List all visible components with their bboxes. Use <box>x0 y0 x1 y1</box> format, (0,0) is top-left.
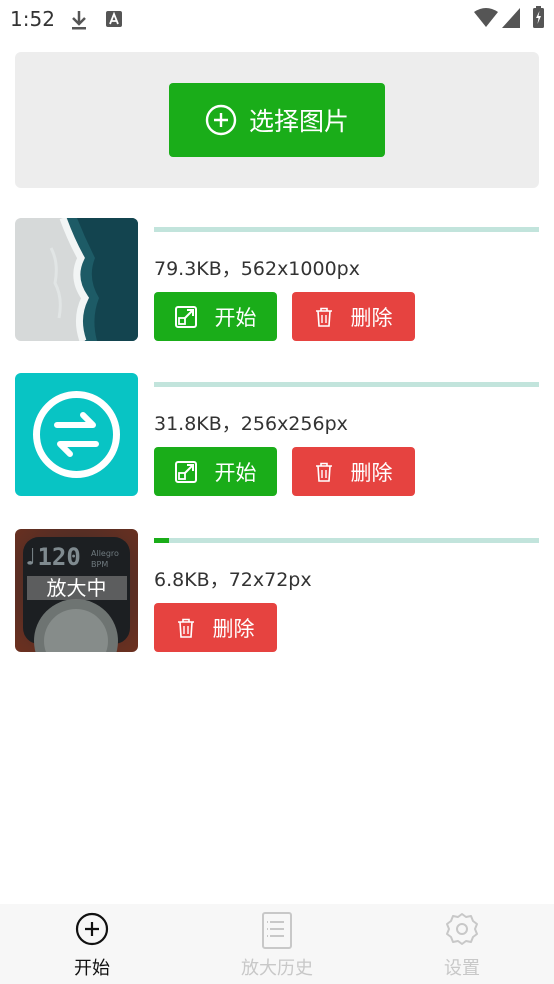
open-external-icon <box>174 460 197 483</box>
document-list-icon <box>262 912 292 949</box>
delete-button[interactable]: 删除 <box>292 447 415 496</box>
image-info: 6.8KB，72x72px <box>154 569 312 591</box>
image-list-item: 79.3KB，562x1000px 开始 删除 <box>15 218 539 341</box>
start-button[interactable]: 开始 <box>154 447 277 496</box>
nav-label: 开始 <box>74 958 110 979</box>
nav-label: 设置 <box>444 958 480 979</box>
signal-icon <box>502 8 520 28</box>
delete-label: 删除 <box>350 460 393 485</box>
trash-icon <box>315 462 332 482</box>
thumb-text: Allegro <box>91 549 119 558</box>
status-time: 1:52 <box>10 7 55 31</box>
trash-icon <box>315 307 332 327</box>
upscaling-overlay-label: 放大中 <box>46 576 107 600</box>
image-thumbnail[interactable]: ♩120 Allegro BPM 放大中 <box>15 529 138 652</box>
delete-label: 删除 <box>212 616 255 641</box>
select-image-label: 选择图片 <box>248 107 349 136</box>
image-info: 31.8KB，256x256px <box>154 413 348 435</box>
start-label: 开始 <box>214 305 257 330</box>
delete-label: 删除 <box>350 305 393 330</box>
delete-button[interactable]: 删除 <box>292 292 415 341</box>
image-info: 79.3KB，562x1000px <box>154 258 360 280</box>
bottom-navigation: 开始 放大历史 设置 <box>0 904 554 984</box>
add-circle-icon <box>205 104 237 136</box>
status-bar: 1:52 <box>0 0 554 38</box>
trash-icon <box>177 618 194 638</box>
image-list-item: 31.8KB，256x256px 开始 删除 <box>15 373 539 496</box>
open-external-icon <box>174 305 197 328</box>
nav-item-settings[interactable]: 设置 <box>402 904 522 984</box>
start-label: 开始 <box>214 460 257 485</box>
wifi-icon <box>474 8 498 27</box>
image-list-item: ♩120 Allegro BPM 放大中 6.8KB，72x72px 删除 <box>15 529 539 652</box>
nav-label: 放大历史 <box>241 958 313 979</box>
select-image-panel: 选择图片 <box>15 52 539 188</box>
battery-charging-icon <box>533 6 544 28</box>
nav-item-start[interactable]: 开始 <box>32 904 152 984</box>
upscale-progress-bar <box>154 538 539 543</box>
app-notification-icon <box>106 11 122 27</box>
progress-fill <box>154 538 170 543</box>
thumb-text: ♩120 <box>23 543 81 571</box>
thumb-text: BPM <box>91 560 109 569</box>
delete-button[interactable]: 删除 <box>154 603 277 652</box>
nav-item-history[interactable]: 放大历史 <box>217 904 337 984</box>
gear-icon <box>446 913 478 945</box>
add-circle-icon <box>75 912 109 946</box>
upscale-progress-bar <box>154 227 539 232</box>
download-icon <box>72 11 86 30</box>
select-image-button[interactable]: 选择图片 <box>169 83 385 157</box>
start-button[interactable]: 开始 <box>154 292 277 341</box>
image-thumbnail[interactable] <box>15 218 138 341</box>
upscale-progress-bar <box>154 382 539 387</box>
image-thumbnail[interactable] <box>15 373 138 496</box>
